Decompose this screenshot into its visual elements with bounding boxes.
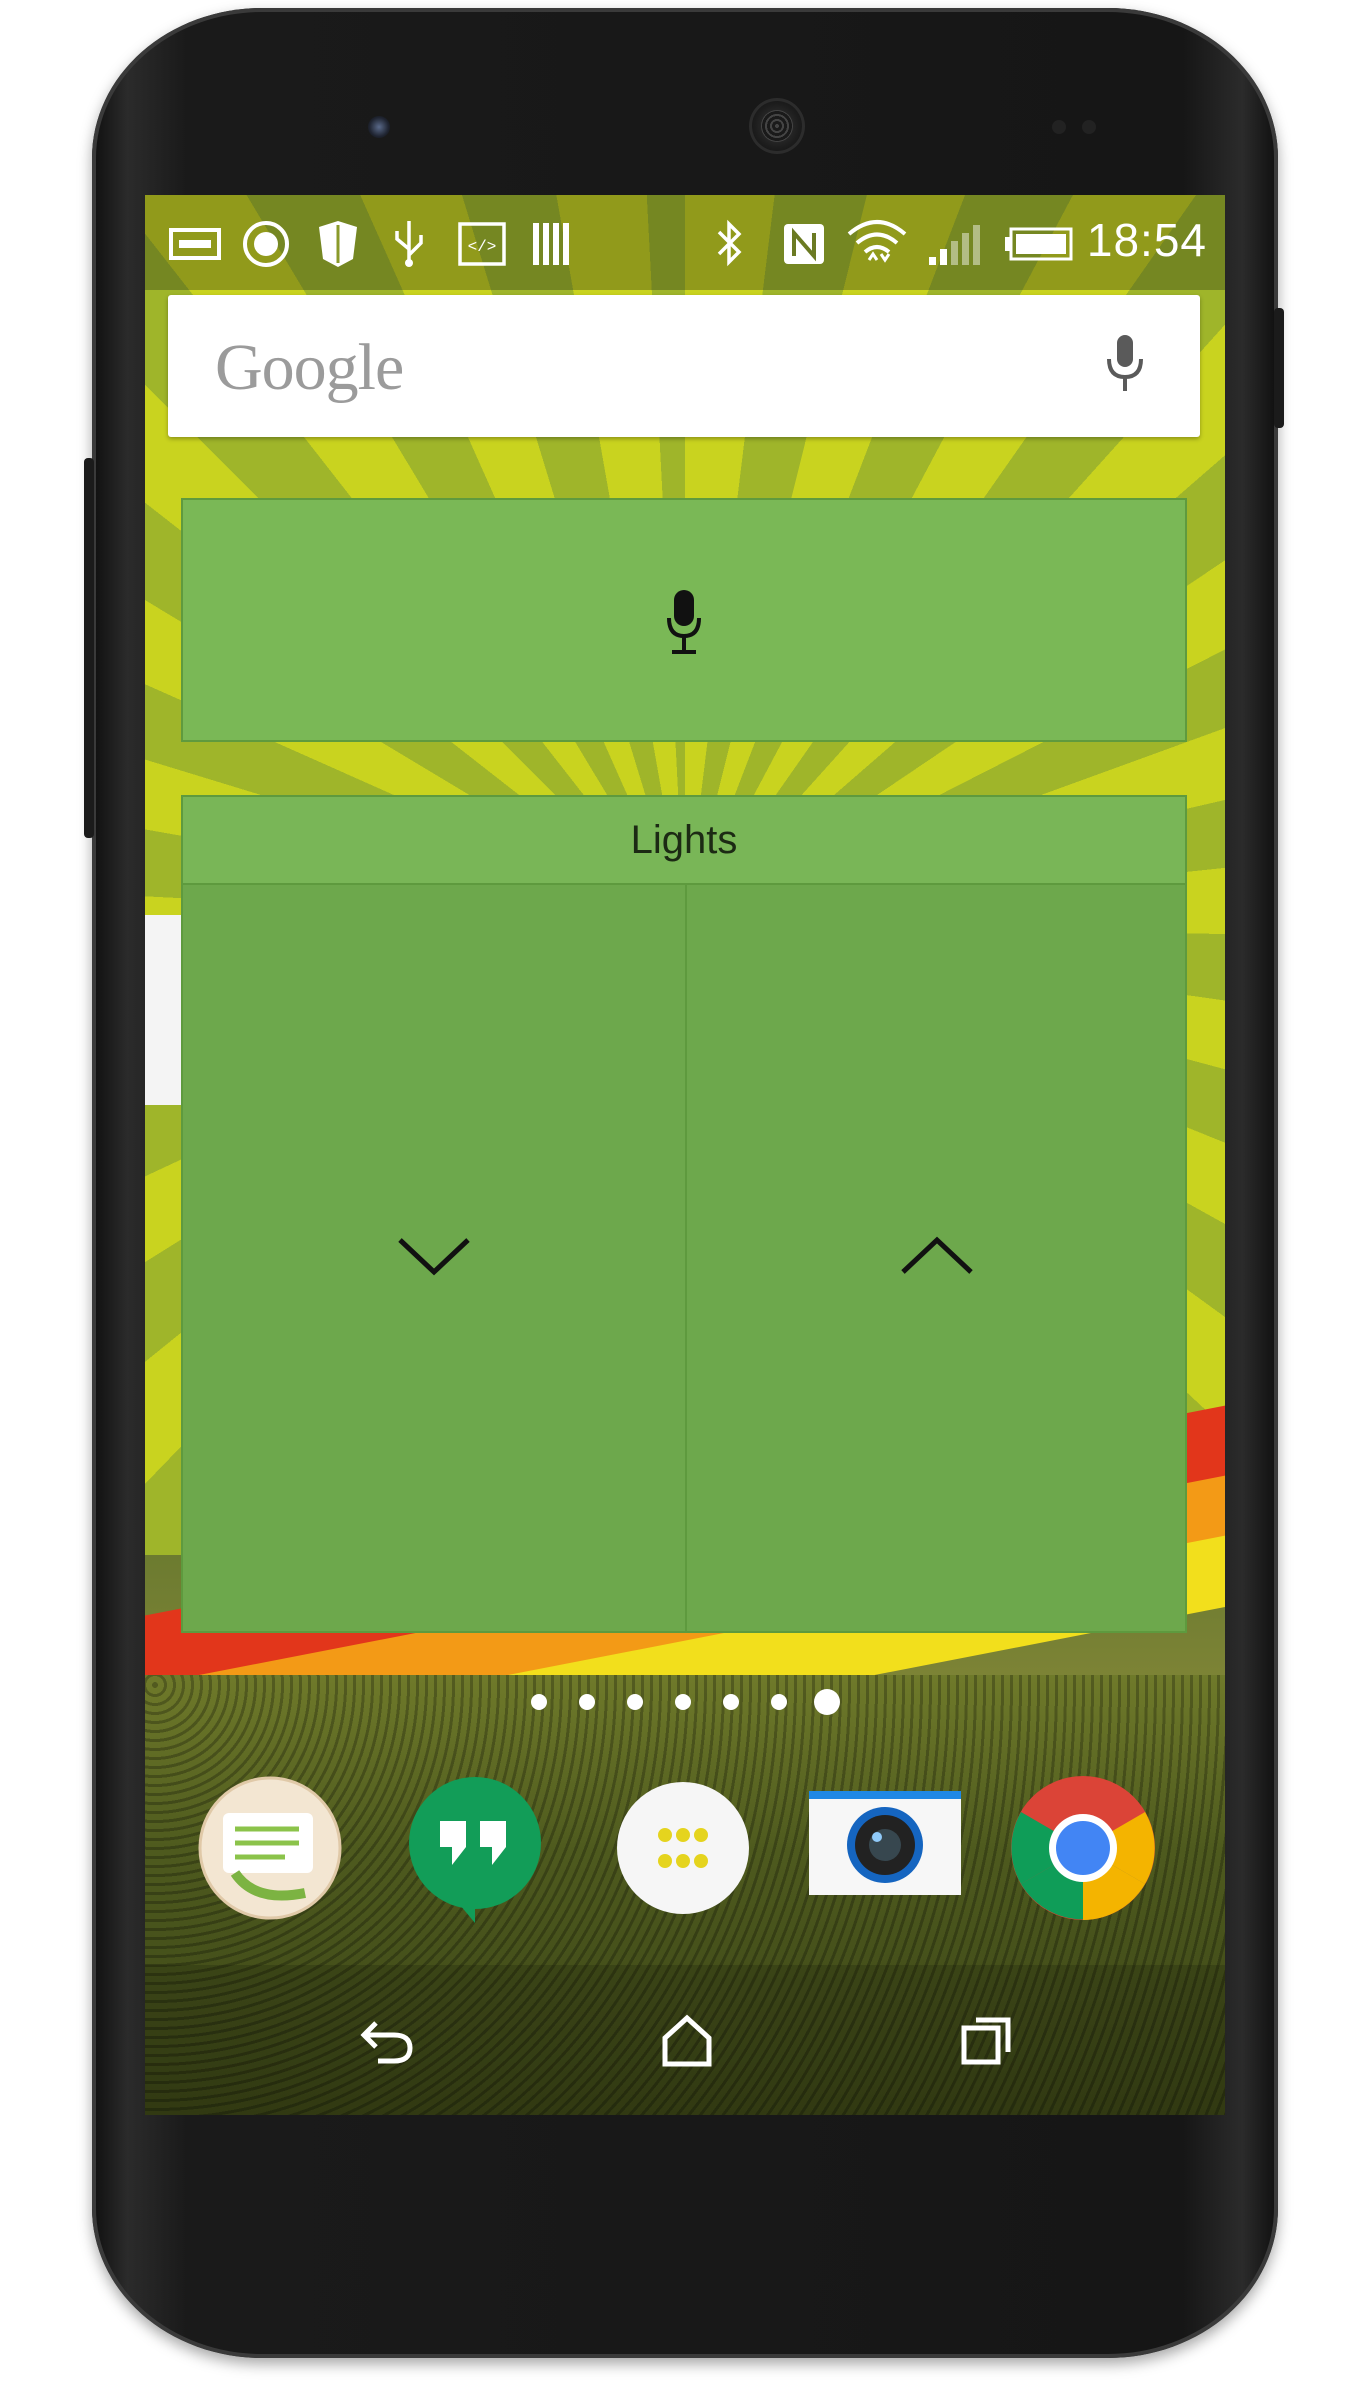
- volume-button: [84, 458, 94, 838]
- microphone-icon[interactable]: [1105, 333, 1145, 400]
- page-dot[interactable]: [771, 1694, 787, 1710]
- lights-title: Lights: [183, 797, 1185, 885]
- camera-icon[interactable]: [805, 1773, 965, 1923]
- app-drawer-icon[interactable]: [608, 1773, 758, 1923]
- sync-icon: [241, 221, 291, 267]
- power-button: [1274, 308, 1284, 428]
- voice-command-widget[interactable]: [181, 498, 1187, 742]
- page-dot[interactable]: [627, 1694, 643, 1710]
- page-dot[interactable]: [579, 1694, 595, 1710]
- back-icon[interactable]: [351, 2005, 421, 2075]
- home-icon[interactable]: [652, 2005, 722, 2075]
- hangouts-icon[interactable]: [400, 1773, 550, 1923]
- chevron-up-icon: [899, 1234, 975, 1283]
- signal-icon: [927, 223, 983, 265]
- page-indicator: [145, 1685, 1225, 1715]
- lights-down-button[interactable]: [183, 885, 687, 1631]
- barcode-icon: [529, 223, 573, 265]
- wifi-icon: [845, 220, 909, 265]
- recents-icon[interactable]: [953, 2005, 1023, 2075]
- code-icon: </>: [457, 222, 507, 266]
- screen: </> 18:54 Google Lights: [145, 195, 1225, 2115]
- chevron-down-icon: [396, 1234, 472, 1283]
- earpiece-speaker: [749, 98, 805, 154]
- lights-widget: Lights: [181, 795, 1187, 1633]
- nfc-icon: [781, 223, 827, 265]
- proximity-sensor: [1052, 120, 1066, 134]
- chrome-icon[interactable]: [1008, 1773, 1158, 1923]
- page-dot[interactable]: [723, 1694, 739, 1710]
- usb-icon: [387, 221, 431, 267]
- status-time: 18:54: [1086, 214, 1207, 266]
- svg-text:</>: </>: [468, 238, 497, 256]
- front-camera: [368, 116, 390, 138]
- bluetooth-icon: [711, 219, 747, 267]
- microphone-icon: [666, 588, 702, 663]
- keyboard-icon: [169, 223, 221, 265]
- page-dot-active[interactable]: [814, 1689, 840, 1715]
- light-sensor: [1082, 120, 1096, 134]
- page-dot[interactable]: [675, 1694, 691, 1710]
- battery-icon: [1005, 223, 1075, 265]
- google-search-bar[interactable]: Google: [168, 295, 1200, 437]
- page-dot[interactable]: [531, 1694, 547, 1710]
- google-logo: Google: [215, 331, 404, 404]
- contacts-dialer-icon[interactable]: [195, 1773, 345, 1923]
- shield-icon: [313, 221, 363, 267]
- lights-up-button[interactable]: [687, 885, 1187, 1631]
- status-bar: </> 18:54: [145, 195, 1225, 290]
- navigation-bar: [145, 1965, 1225, 2115]
